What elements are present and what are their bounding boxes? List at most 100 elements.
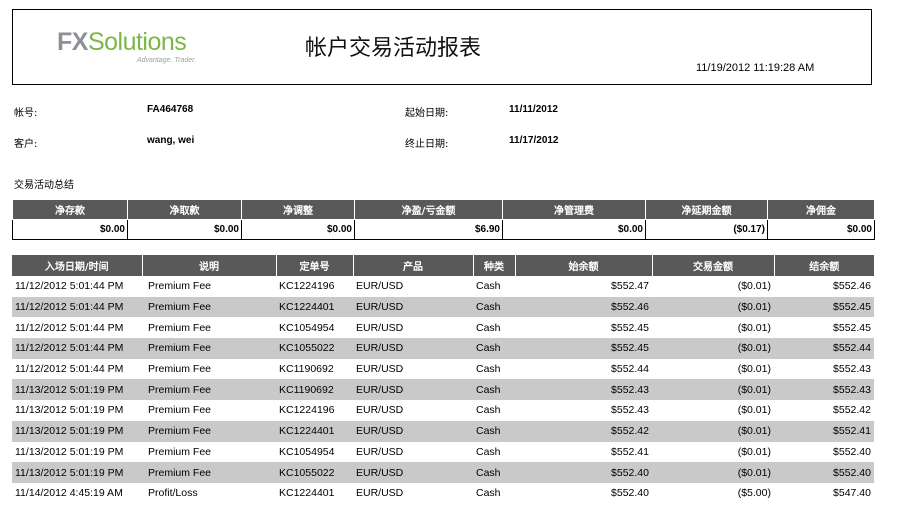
type-cell: Cash	[476, 363, 501, 376]
description-cell: Premium Fee	[148, 404, 212, 417]
closing-balance-cell: $552.46	[833, 280, 871, 293]
type-cell: Cash	[476, 404, 501, 417]
entry-datetime-cell: 11/12/2012 5:01:44 PM	[15, 321, 124, 334]
product-cell: EUR/USD	[356, 404, 404, 417]
entry-datetime-cell: 11/13/2012 5:01:19 PM	[12, 420, 142, 442]
detail-header-cell: 产品	[353, 255, 474, 276]
description-cell: Premium Fee	[142, 338, 276, 359]
type-cell: Cash	[473, 462, 515, 483]
transaction-amount-cell: ($0.01)	[737, 280, 771, 293]
entry-datetime-cell: 11/12/2012 5:01:44 PM	[12, 338, 142, 359]
description-cell: Premium Fee	[148, 363, 212, 376]
detail-header-cell: 说明	[142, 255, 277, 276]
entry-datetime-cell: 11/12/2012 5:01:44 PM	[15, 280, 124, 293]
transaction-amount-cell: ($0.01)	[737, 445, 771, 458]
summary-header-cell: 净存款	[12, 200, 128, 220]
start-date-label: 起始日期:	[405, 108, 449, 119]
table-row: 11/13/2012 5:01:19 PM Premium Fee KC105495…	[12, 442, 874, 463]
summary-section-title: 交易活动总结	[14, 180, 74, 191]
table-row: 11/12/2012 5:01:44 PM Premium Fee KC105495…	[12, 317, 874, 338]
product-cell: EUR/USD	[353, 338, 473, 359]
order-number-cell: KC1224401	[276, 296, 353, 318]
transaction-amount-cell: ($0.01)	[652, 338, 774, 359]
detail-header-cell: 定单号	[276, 255, 354, 276]
entry-datetime-cell: 11/13/2012 5:01:19 PM	[12, 379, 142, 401]
order-number-cell: KC1054954	[279, 321, 335, 334]
summary-header-cell: 净盈/亏金额	[354, 200, 503, 220]
closing-balance-cell: $547.40	[833, 487, 871, 500]
summary-value-row: $0.00 $0.00 $0.00 $6.90 $0.00 ($0.17) $0…	[12, 219, 875, 240]
opening-balance-cell: $552.40	[515, 462, 652, 483]
summary-value-cell: $0.00	[12, 219, 128, 240]
entry-datetime-cell: 11/12/2012 5:01:44 PM	[15, 363, 124, 376]
activity-detail-table: 入场日期/时间 说明 定单号 产品 种类 始余额 交易金额 结余额 11/12/…	[12, 255, 874, 504]
logo-tagline: Advantage. Trader.	[137, 57, 197, 64]
summary-table: 净存款 净取款 净调整 净盈/亏金额 净管理费 净延期金额 净佣金 $0.00 …	[12, 200, 875, 240]
report-header: FXSolutions Advantage. Trader. 帐户交易活动报表 …	[12, 9, 872, 85]
closing-balance-cell: $552.43	[833, 363, 871, 376]
summary-value-cell: $0.00	[502, 219, 646, 240]
type-cell: Cash	[473, 338, 515, 359]
closing-balance-cell: $552.44	[774, 338, 874, 359]
order-number-cell: KC1190692	[276, 379, 353, 401]
opening-balance-cell: $552.40	[611, 487, 649, 500]
start-date-value: 11/11/2012	[509, 104, 558, 115]
end-date-label: 终止日期:	[405, 139, 449, 150]
description-cell: Premium Fee	[142, 462, 276, 483]
opening-balance-cell: $552.41	[611, 445, 649, 458]
opening-balance-cell: $552.43	[515, 379, 652, 401]
closing-balance-cell: $552.41	[774, 420, 874, 442]
product-cell: EUR/USD	[356, 280, 404, 293]
detail-header-cell: 交易金额	[652, 255, 775, 276]
type-cell: Cash	[476, 321, 501, 334]
entry-datetime-cell: 11/13/2012 5:01:19 PM	[15, 445, 124, 458]
closing-balance-cell: $552.43	[774, 379, 874, 401]
end-date-value: 11/17/2012	[509, 135, 559, 146]
transaction-amount-cell: ($0.01)	[737, 404, 771, 417]
account-value: FA464768	[147, 104, 194, 115]
type-cell: Cash	[476, 487, 501, 500]
description-cell: Premium Fee	[142, 296, 276, 318]
summary-header-cell: 净管理费	[502, 200, 646, 220]
summary-value-cell: $0.00	[241, 219, 355, 240]
table-row: 11/12/2012 5:01:44 PM Premium Fee KC119069…	[12, 359, 874, 380]
summary-header-cell: 净调整	[241, 200, 355, 220]
closing-balance-cell: $552.45	[833, 321, 871, 334]
closing-balance-cell: $552.45	[774, 296, 874, 318]
fxsolutions-logo: FXSolutions Advantage. Trader.	[57, 28, 217, 72]
transaction-amount-cell: ($5.00)	[737, 487, 771, 500]
transaction-amount-cell: ($0.01)	[652, 420, 774, 442]
product-cell: EUR/USD	[356, 321, 404, 334]
table-row: 11/13/2012 5:01:19 PM Premium Fee KC105502…	[12, 462, 874, 483]
product-cell: EUR/USD	[356, 445, 404, 458]
summary-value-cell: $0.00	[127, 219, 242, 240]
table-row: 11/13/2012 5:01:19 PM Premium Fee KC119069…	[12, 379, 874, 401]
description-cell: Profit/Loss	[148, 487, 198, 500]
transaction-amount-cell: ($0.01)	[737, 321, 771, 334]
closing-balance-cell: $552.42	[833, 404, 871, 417]
opening-balance-cell: $552.45	[515, 338, 652, 359]
opening-balance-cell: $552.45	[611, 321, 649, 334]
table-row: 11/14/2012 4:45:19 AM Profit/Loss KC122440…	[12, 483, 874, 504]
summary-header-cell: 净延期金额	[645, 200, 768, 220]
account-label: 帐号:	[14, 108, 38, 119]
type-cell: Cash	[473, 379, 515, 401]
type-cell: Cash	[476, 280, 501, 293]
client-value: wang, wei	[147, 135, 195, 146]
order-number-cell: KC1224401	[276, 420, 353, 442]
detail-header-cell: 结余额	[774, 255, 874, 276]
summary-header-cell: 净取款	[127, 200, 242, 220]
detail-header-cell: 始余额	[515, 255, 653, 276]
description-cell: Premium Fee	[142, 379, 276, 401]
product-cell: EUR/USD	[356, 487, 404, 500]
type-cell: Cash	[476, 445, 501, 458]
table-row: 11/12/2012 5:01:44 PM Premium Fee KC105502…	[12, 338, 874, 359]
transaction-amount-cell: ($0.01)	[652, 379, 774, 401]
opening-balance-cell: $552.47	[611, 280, 649, 293]
report-title: 帐户交易活动报表	[305, 36, 482, 61]
product-cell: EUR/USD	[353, 462, 473, 483]
order-number-cell: KC1055022	[276, 462, 353, 483]
entry-datetime-cell: 11/14/2012 4:45:19 AM	[15, 487, 123, 500]
opening-balance-cell: $552.46	[515, 296, 652, 318]
client-label: 客户:	[14, 139, 38, 150]
